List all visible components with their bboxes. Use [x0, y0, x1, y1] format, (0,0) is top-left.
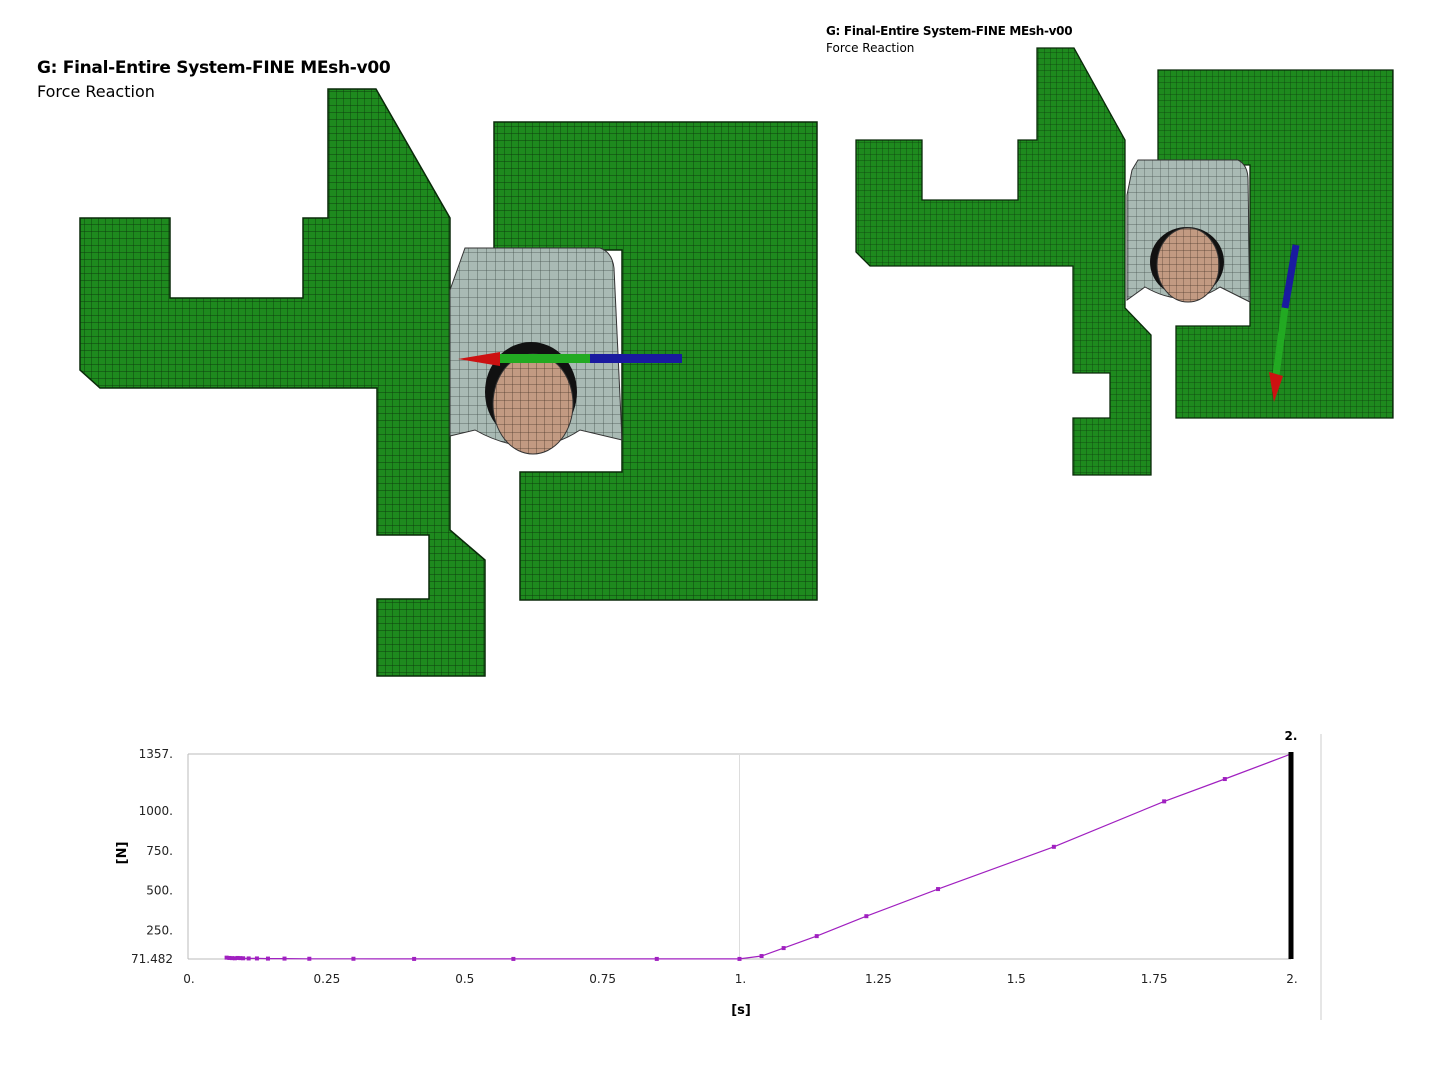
time-cursor-label: 2. — [1285, 729, 1298, 743]
x-tick-labels: 0. 0.25 0.5 0.75 1. 1.25 1.5 1.75 2. — [183, 972, 1297, 986]
x-tick-label: 1. — [735, 972, 746, 986]
force-arrow-y-icon — [498, 354, 590, 363]
y-tick-label: 1000. — [139, 804, 173, 818]
force-reaction-graph[interactable]: 71.482250.500.750.1000.1357. 0. 0.25 0.5 0.… — [0, 720, 1435, 1040]
y-tick-label: 500. — [146, 884, 173, 898]
series-point — [351, 956, 356, 961]
series-point — [307, 956, 312, 961]
series-point — [814, 934, 819, 939]
x-tick-label: 1.75 — [1141, 972, 1168, 986]
series-points — [224, 752, 1293, 961]
x-tick-label: 0. — [183, 972, 194, 986]
series-point — [511, 956, 516, 961]
plot-grid — [187, 753, 1291, 960]
series-point — [265, 956, 270, 961]
x-tick-label: 2. — [1286, 972, 1297, 986]
mesh-body-left — [79, 88, 486, 677]
x-axis-label: [s] — [731, 1003, 751, 1018]
series-point — [737, 956, 742, 961]
y-tick-label: 750. — [146, 844, 173, 858]
series-point — [254, 956, 259, 961]
main-mesh-viewport[interactable] — [0, 0, 860, 700]
y-tick-label: 250. — [146, 924, 173, 938]
series-point — [1222, 777, 1227, 782]
series-point — [412, 956, 417, 961]
series-point — [241, 956, 246, 961]
x-tick-label: 0.5 — [455, 972, 474, 986]
mesh-body-left-secondary — [855, 47, 1152, 476]
series-point — [864, 914, 869, 919]
viewport-title-secondary: G: Final-Entire System-FINE MEsh-v00 — [826, 24, 1073, 38]
mesh-core — [492, 353, 574, 455]
force-arrow-z-icon — [590, 354, 682, 363]
series-point — [1162, 799, 1167, 804]
series-point — [1051, 844, 1056, 849]
x-tick-label: 0.25 — [314, 972, 341, 986]
y-tick-label: 71.482 — [131, 952, 173, 966]
secondary-mesh-viewport[interactable] — [840, 40, 1410, 490]
series-point — [781, 946, 786, 951]
series-line — [226, 753, 1292, 960]
x-tick-label: 0.75 — [589, 972, 616, 986]
series-point — [759, 954, 764, 959]
x-tick-label: 1.25 — [865, 972, 892, 986]
series-point — [246, 956, 251, 961]
y-axis-label: [N] — [115, 842, 130, 865]
x-tick-label: 1.5 — [1007, 972, 1026, 986]
y-tick-label: 1357. — [139, 747, 173, 761]
series-point — [282, 956, 287, 961]
series-point — [936, 887, 941, 892]
mesh-core-secondary — [1156, 227, 1220, 303]
y-tick-labels: 71.482 250. 500. 750. 1000. 1357. — [131, 747, 173, 966]
series-point — [654, 956, 659, 961]
